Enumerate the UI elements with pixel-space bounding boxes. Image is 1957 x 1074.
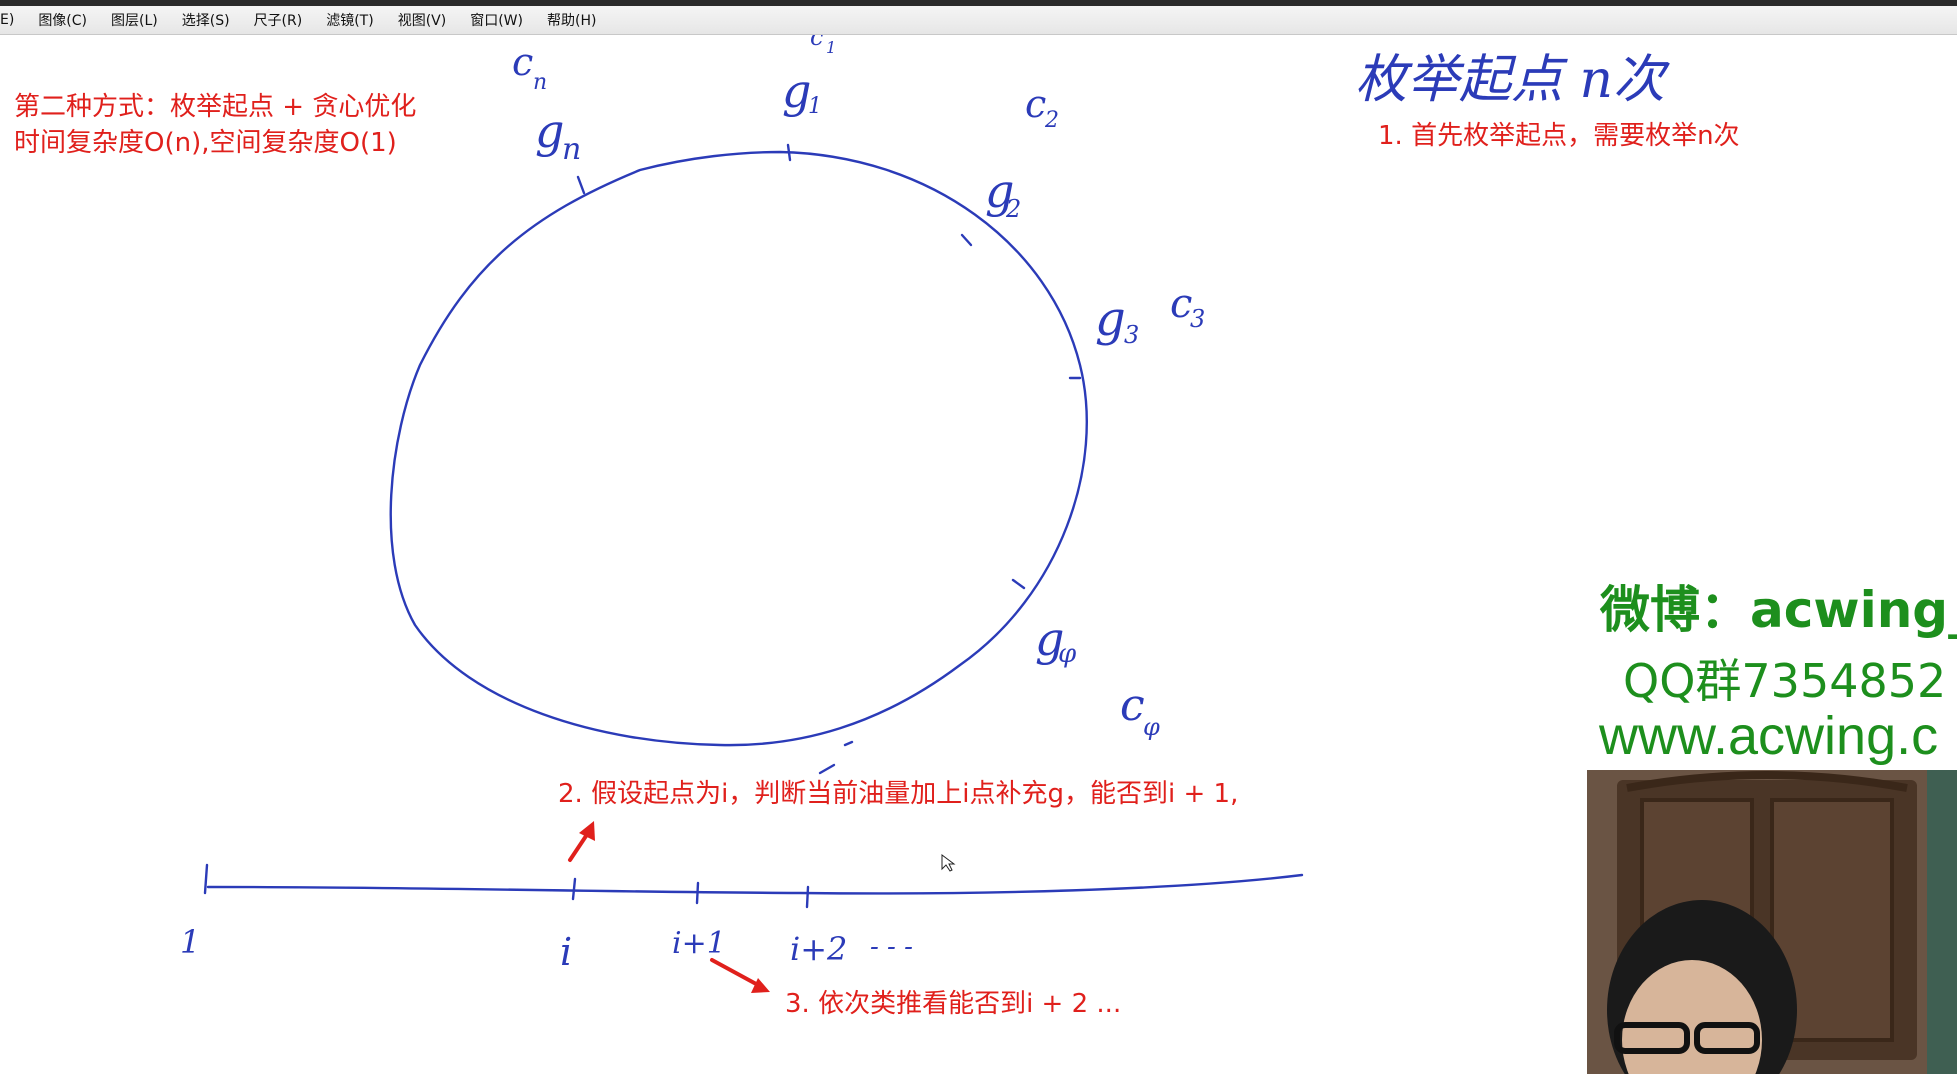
line-label-i: i xyxy=(560,930,572,974)
menu-help[interactable]: 帮助(H) xyxy=(535,10,608,30)
line-label-i1: i+1 xyxy=(672,926,726,961)
label-c4: c xyxy=(1120,680,1145,731)
stray-mark xyxy=(843,740,854,747)
tick-gn xyxy=(576,175,586,195)
tick-i xyxy=(571,877,577,901)
menu-ruler[interactable]: 尺子(R) xyxy=(242,10,315,30)
label-g3: g xyxy=(1095,291,1126,347)
handwritten-enumerate-start: 枚举起点 n次 xyxy=(1355,50,1670,110)
step2-note: 2. 假设起点为i，判断当前油量加上i点补充g，能否到i + 1, xyxy=(558,779,1239,809)
tick-g1 xyxy=(786,143,792,162)
step3-note: 3. 依次类推看能否到i + 2 ... xyxy=(785,989,1122,1019)
label-g4-sub: φ xyxy=(1058,639,1077,669)
line-label-1: 1 xyxy=(180,923,200,961)
line-label-i2: i+2 xyxy=(790,930,847,968)
label-g1-sub: 1 xyxy=(808,94,822,119)
line-label-dots: - - - xyxy=(870,932,913,962)
label-c2: c xyxy=(1025,82,1046,126)
webcam-overlay xyxy=(1587,770,1957,1074)
menu-layer[interactable]: 图层(L) xyxy=(99,10,170,30)
tick-g2 xyxy=(960,233,973,247)
number-line xyxy=(206,873,1304,895)
watermark-qq: QQ群7354852 xyxy=(1623,654,1947,708)
arrow-to-step2 xyxy=(568,821,595,862)
menu-view[interactable]: 视图(V) xyxy=(386,10,459,30)
watermark-site: www.acwing.c xyxy=(1599,706,1939,766)
mouse-cursor xyxy=(941,854,956,872)
gas-station-cycle xyxy=(389,150,1088,747)
menu-window[interactable]: 窗口(W) xyxy=(458,10,535,30)
method-title: 第二种方式：枚举起点 + 贪心优化 xyxy=(14,92,417,122)
step1-note: 1. 首先枚举起点，需要枚举n次 xyxy=(1378,121,1740,151)
label-c2-sub: 2 xyxy=(1044,108,1059,133)
arrow-to-step3 xyxy=(710,958,770,993)
tick-start xyxy=(203,863,209,895)
label-c1-sub: 1 xyxy=(826,38,836,57)
presenter-video xyxy=(1587,770,1957,1074)
label-c1: c xyxy=(810,35,823,51)
stray-mark xyxy=(818,763,836,775)
label-gn: g xyxy=(535,104,564,158)
menu-edit[interactable]: E) xyxy=(0,12,26,28)
tick-i1 xyxy=(695,881,700,905)
watermark-weibo: 微博：acwing_ xyxy=(1600,581,1957,639)
label-gn-sub: n xyxy=(562,132,581,167)
label-g3-sub: 3 xyxy=(1124,321,1139,349)
label-cn-sub: n xyxy=(533,70,547,95)
label-cn: c xyxy=(512,40,533,84)
complexity-note: 时间复杂度O(n),空间复杂度O(1) xyxy=(14,128,397,158)
label-c4-sub: φ xyxy=(1143,713,1160,741)
menu-image[interactable]: 图像(C) xyxy=(26,10,99,30)
label-g2-sub: 2 xyxy=(1005,195,1021,223)
menu-bar: E) 图像(C) 图层(L) 选择(S) 尺子(R) 滤镜(T) 视图(V) 窗… xyxy=(0,6,1957,35)
menu-filter[interactable]: 滤镜(T) xyxy=(314,10,385,30)
tick-g4 xyxy=(1011,578,1026,590)
tick-i2 xyxy=(805,885,810,909)
label-c3-sub: 3 xyxy=(1190,305,1205,333)
menu-select[interactable]: 选择(S) xyxy=(170,10,242,30)
